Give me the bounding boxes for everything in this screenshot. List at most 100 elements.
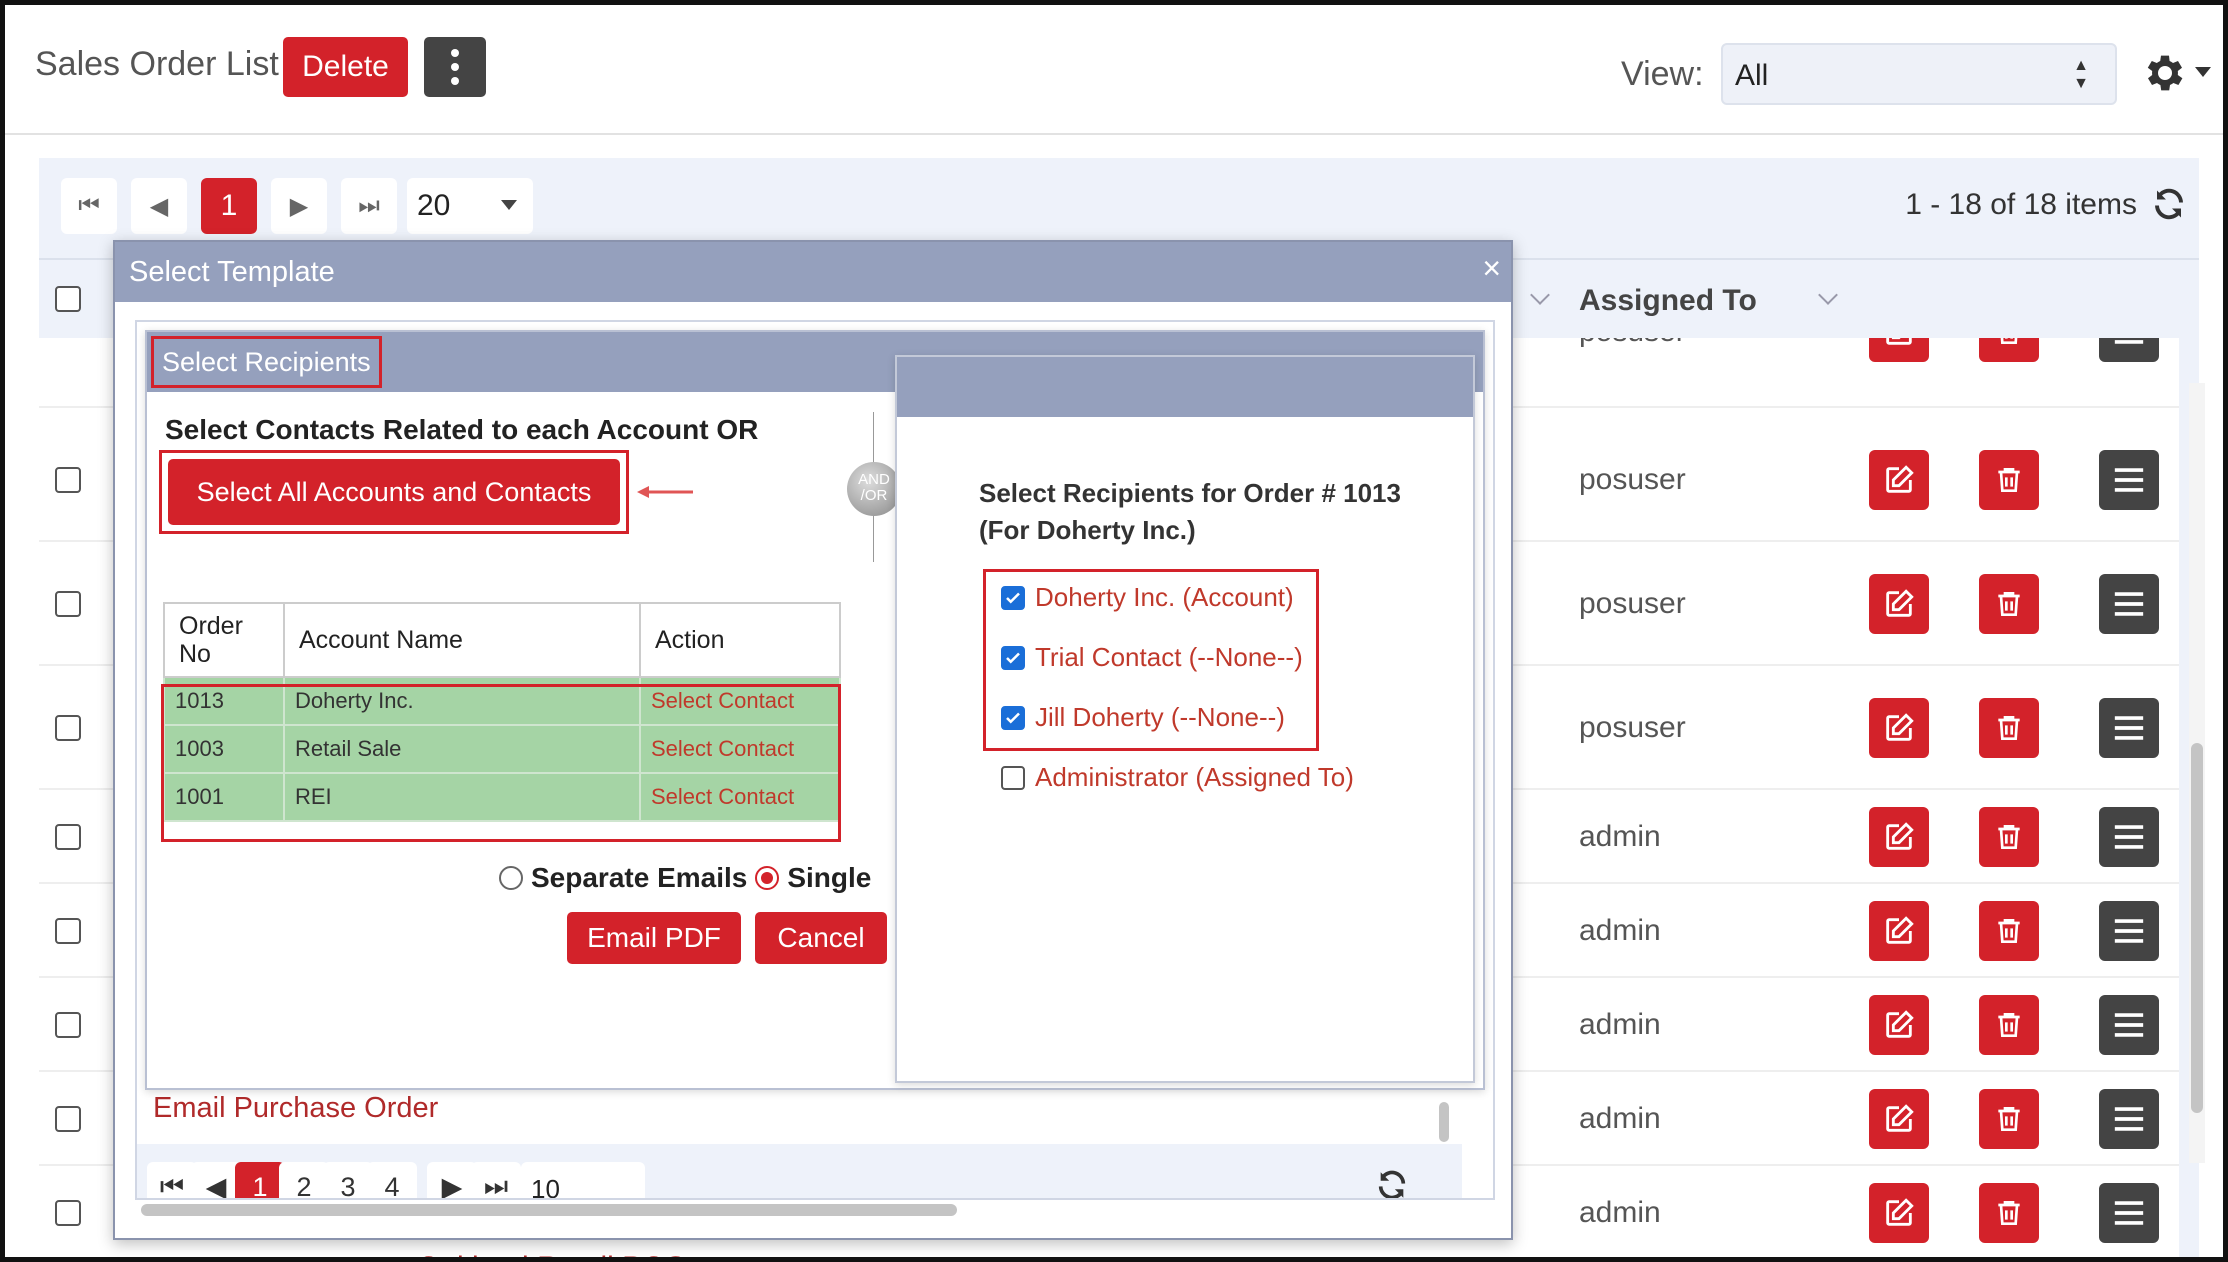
page-size-select[interactable]: 20 — [407, 178, 533, 234]
view-label: View: — [1621, 55, 1704, 93]
row-checkbox[interactable] — [55, 715, 81, 741]
cancel-button[interactable]: Cancel — [755, 912, 887, 964]
more-options-button[interactable] — [424, 37, 486, 97]
delete-button[interactable]: Delete — [283, 37, 408, 97]
email-purchase-order-link[interactable]: Email Purchase Order — [153, 1092, 438, 1125]
row-menu-button[interactable] — [2099, 450, 2159, 510]
recipient-item[interactable]: Administrator (Assigned To) — [1001, 762, 1354, 793]
edit-icon — [1886, 822, 1914, 850]
delete-row-button[interactable] — [1979, 1183, 2039, 1243]
recipient-checkbox[interactable] — [1001, 645, 1025, 670]
edit-button[interactable] — [1869, 574, 1929, 634]
grid-scrollbar[interactable] — [2189, 383, 2205, 1163]
first-page-icon[interactable]: ⏮ — [147, 1162, 197, 1198]
chevron-down-icon[interactable] — [2195, 67, 2211, 77]
trash-icon — [1998, 1107, 2020, 1131]
recipient-item[interactable]: Jill Doherty (--None--) — [1001, 702, 1285, 733]
delete-row-button[interactable] — [1979, 574, 2039, 634]
partial-row-link[interactable]: Oakland Retail POS — [417, 1251, 685, 1257]
refresh-icon[interactable] — [1375, 1168, 1409, 1200]
page-size-value: 20 — [417, 189, 451, 222]
trash-icon — [1998, 592, 2020, 616]
gear-icon[interactable] — [2139, 49, 2187, 97]
trash-icon — [1998, 1013, 2020, 1037]
column-assigned-to[interactable]: Assigned To — [1579, 284, 1757, 318]
page-button-1[interactable]: 1 — [235, 1162, 285, 1198]
refresh-icon[interactable] — [2151, 186, 2187, 222]
row-checkbox[interactable] — [55, 591, 81, 617]
delete-row-button[interactable] — [1979, 698, 2039, 758]
recipient-item[interactable]: Trial Contact (--None--) — [1001, 642, 1303, 673]
row-menu-button[interactable] — [2099, 698, 2159, 758]
first-page-icon[interactable]: ⏮ — [61, 178, 117, 234]
row-checkbox[interactable] — [55, 824, 81, 850]
next-page-icon[interactable]: ▶ — [427, 1162, 477, 1198]
chevron-down-icon — [501, 200, 517, 210]
chevron-down-icon[interactable] — [1530, 285, 1550, 305]
page-button-3[interactable]: 3 — [323, 1162, 373, 1198]
email-mode-radios: Separate Emails Single — [499, 862, 871, 894]
edit-icon — [1886, 916, 1914, 944]
delete-row-button[interactable] — [1979, 807, 2039, 867]
trash-icon — [1998, 468, 2020, 492]
modal-title: Select Template — [115, 242, 1511, 302]
and-or-badge: AND/OR — [847, 462, 901, 516]
template-page-size[interactable]: 10 — [521, 1162, 645, 1200]
next-page-icon[interactable]: ▶ — [271, 178, 327, 234]
recipient-item[interactable]: Doherty Inc. (Account) — [1001, 582, 1294, 613]
row-menu-button[interactable] — [2099, 1183, 2159, 1243]
edit-button[interactable] — [1869, 698, 1929, 758]
horizontal-scrollbar[interactable] — [137, 1202, 1437, 1218]
edit-button[interactable] — [1869, 995, 1929, 1055]
trash-icon — [1998, 825, 2020, 849]
select-all-checkbox[interactable] — [55, 286, 81, 312]
delete-row-button[interactable] — [1979, 901, 2039, 961]
row-checkbox[interactable] — [55, 1200, 81, 1226]
separate-emails-radio[interactable] — [499, 866, 523, 890]
prev-page-icon[interactable]: ◀ — [131, 178, 187, 234]
delete-row-button[interactable] — [1979, 995, 2039, 1055]
edit-icon — [1886, 1198, 1914, 1226]
single-email-radio[interactable] — [755, 866, 780, 890]
delete-row-button[interactable] — [1979, 1089, 2039, 1149]
row-checkbox[interactable] — [55, 1106, 81, 1132]
recipient-checkbox[interactable] — [1001, 765, 1025, 790]
row-checkbox[interactable] — [55, 467, 81, 493]
edit-button[interactable] — [1869, 1089, 1929, 1149]
edit-button[interactable] — [1869, 901, 1929, 961]
row-menu-button[interactable] — [2099, 807, 2159, 867]
select-arrows-icon: ▲ ▼ — [2073, 57, 2089, 92]
trash-icon — [1998, 1201, 2020, 1225]
page-button-2[interactable]: 2 — [279, 1162, 329, 1198]
hamburger-icon — [2114, 592, 2144, 616]
view-select-value: All — [1735, 59, 1769, 92]
select-all-accounts-button[interactable]: Select All Accounts and Contacts — [168, 459, 620, 525]
recipient-checkbox[interactable] — [1001, 585, 1025, 610]
last-page-icon[interactable]: ⏭ — [471, 1162, 521, 1198]
row-menu-button[interactable] — [2099, 574, 2159, 634]
edit-button[interactable] — [1869, 338, 1929, 362]
close-icon[interactable]: × — [1482, 250, 1501, 287]
hamburger-icon — [2114, 716, 2144, 740]
edit-icon — [1886, 1010, 1914, 1038]
edit-button[interactable] — [1869, 1183, 1929, 1243]
edit-button[interactable] — [1869, 450, 1929, 510]
page-button-1[interactable]: 1 — [201, 178, 257, 234]
page-button-4[interactable]: 4 — [367, 1162, 417, 1198]
template-page-size-value: 10 — [531, 1174, 560, 1200]
view-select[interactable]: All ▲ ▼ — [1721, 43, 2117, 105]
row-checkbox[interactable] — [55, 1012, 81, 1038]
row-menu-button[interactable] — [2099, 995, 2159, 1055]
edit-button[interactable] — [1869, 807, 1929, 867]
row-menu-button[interactable] — [2099, 338, 2159, 362]
delete-row-button[interactable] — [1979, 338, 2039, 362]
row-menu-button[interactable] — [2099, 1089, 2159, 1149]
email-pdf-button[interactable]: Email PDF — [567, 912, 741, 964]
chevron-down-icon[interactable] — [1818, 285, 1838, 305]
recipient-checkbox[interactable] — [1001, 705, 1025, 730]
row-menu-button[interactable] — [2099, 901, 2159, 961]
row-checkbox[interactable] — [55, 918, 81, 944]
last-page-icon[interactable]: ⏭ — [341, 178, 397, 234]
prev-page-icon[interactable]: ◀ — [191, 1162, 241, 1198]
delete-row-button[interactable] — [1979, 450, 2039, 510]
